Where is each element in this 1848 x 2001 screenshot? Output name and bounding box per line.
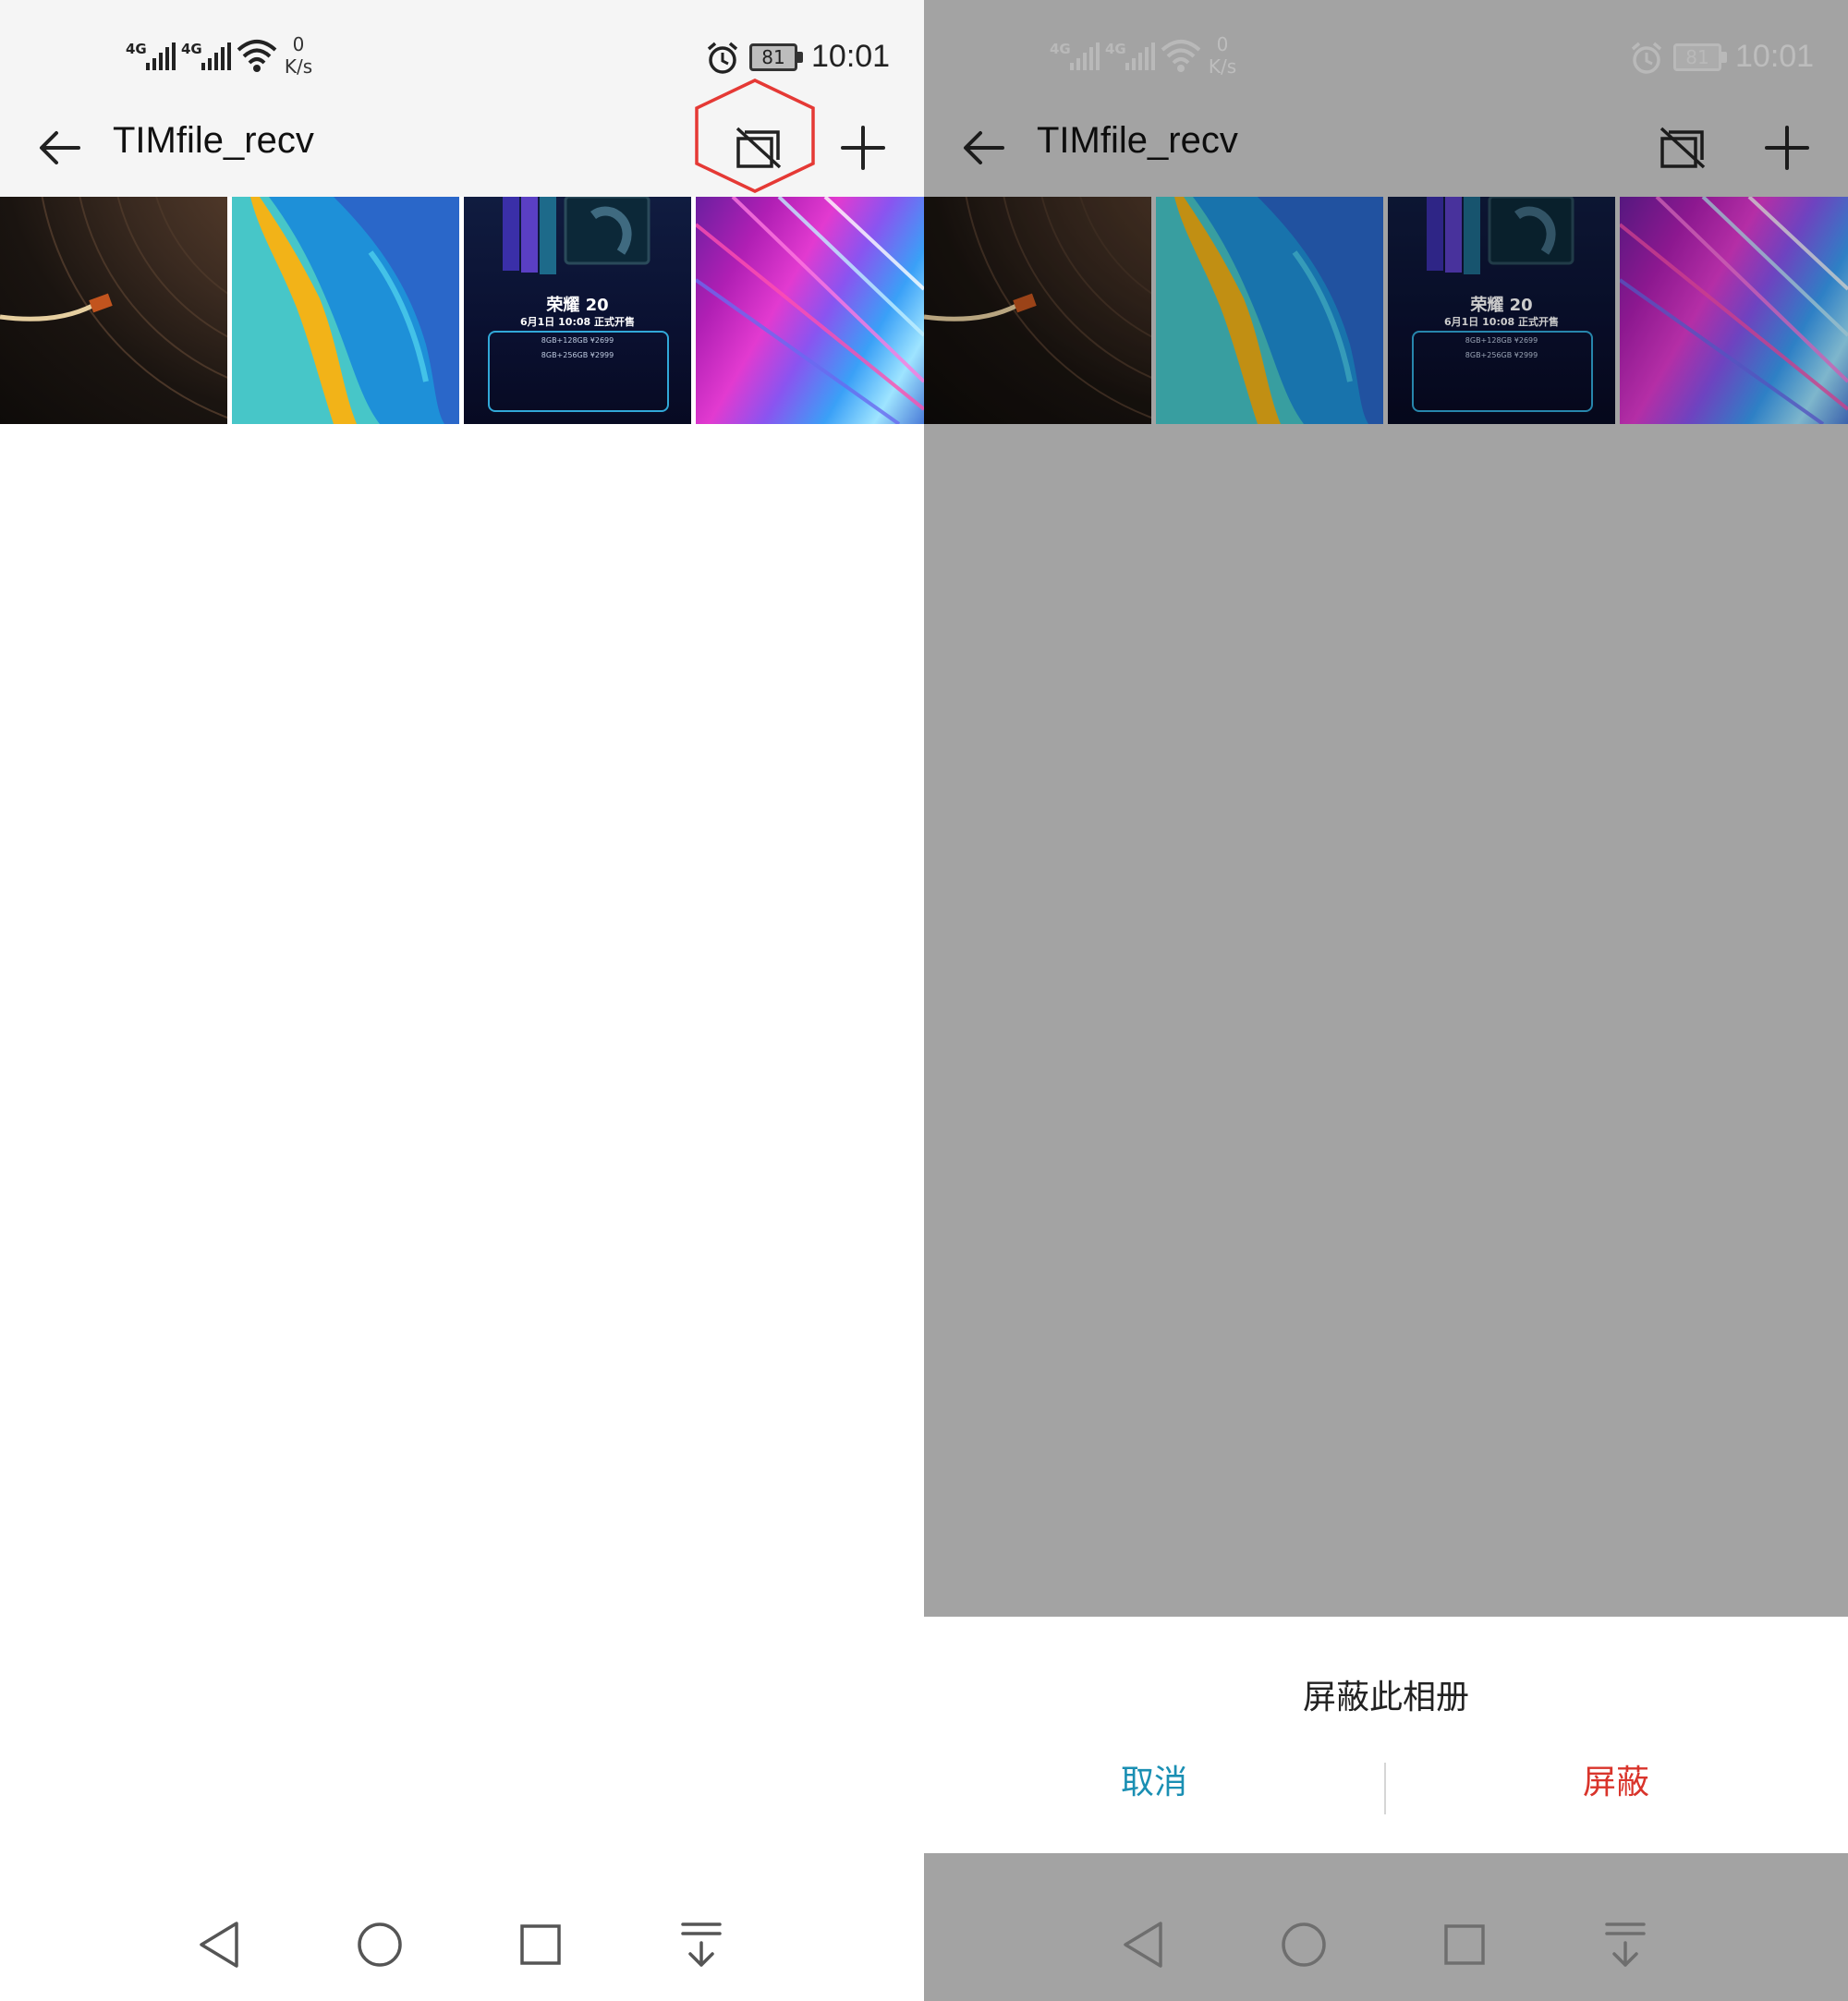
pull-down-notification-icon	[1605, 1922, 1646, 1967]
cancel-button[interactable]: 取消	[924, 1753, 1384, 1813]
nav-home-button[interactable]	[1270, 1910, 1338, 1979]
network-speed: 0 K/s	[284, 33, 313, 78]
hide-album-icon	[736, 127, 782, 169]
triangle-back-icon	[1124, 1922, 1162, 1968]
poster-price-1: 8GB+128GB ¥2699	[541, 336, 614, 345]
triangle-back-icon	[200, 1922, 238, 1968]
plus-icon	[841, 126, 885, 170]
nav-back-button[interactable]	[185, 1910, 253, 1979]
alarm-icon	[705, 41, 740, 76]
nav-notification-button[interactable]	[1591, 1910, 1660, 1979]
photo-thumb-honor20-poster[interactable]: 荣耀 20 6月1日 10:08 正式开售 8GB+128GB ¥2699 8G…	[464, 197, 691, 424]
hide-album-dialog: 屏蔽此相册 取消 屏蔽	[924, 1617, 1848, 1853]
back-button[interactable]	[28, 115, 92, 180]
status-time: 10:01	[811, 39, 891, 74]
confirm-hide-button[interactable]: 屏蔽	[1386, 1753, 1846, 1813]
photo-thumb-vinyl[interactable]	[0, 197, 227, 424]
app-toolbar: TIMfile_recv	[0, 97, 924, 197]
photo-thumb-light-streaks[interactable]	[696, 197, 924, 424]
status-bar: 4G 4G 0 K/s 81 10:01	[0, 0, 924, 97]
square-recents-icon	[1444, 1924, 1485, 1965]
nav-bar	[924, 1885, 1848, 2001]
battery-icon: 81	[749, 43, 803, 71]
poster-date: 6月1日 10:08 正式开售	[520, 316, 635, 328]
cellular-signal-icon: 4G	[126, 41, 181, 70]
dialog-message: 屏蔽此相册	[1302, 1679, 1469, 1716]
nav-notification-button[interactable]	[667, 1910, 736, 1979]
square-recents-icon	[520, 1924, 561, 1965]
photo-thumb-parrot[interactable]	[232, 197, 459, 424]
nav-home-button[interactable]	[346, 1910, 414, 1979]
nav-bar	[0, 1885, 924, 2001]
nav-recents-button[interactable]	[506, 1910, 575, 1979]
hide-album-button[interactable]	[719, 115, 798, 180]
screen-after: 4G 4G 0 K/s 81 10:01 TIMfile_recv 荣耀 20 …	[924, 0, 1848, 2001]
pull-down-notification-icon	[681, 1922, 722, 1967]
album-title: TIMfile_recv	[113, 120, 314, 161]
nav-back-button[interactable]	[1109, 1910, 1177, 1979]
circle-home-icon	[1282, 1922, 1326, 1967]
screen-before: 4G 4G 0 K/s 81 10:01 TIMfile_recv 荣耀 20 …	[0, 0, 924, 2001]
poster-price-2: 8GB+256GB ¥2999	[541, 351, 614, 359]
cellular-signal-2-icon: 4G	[181, 41, 237, 70]
photo-grid: 荣耀 20 6月1日 10:08 正式开售 8GB+128GB ¥2699 8G…	[0, 197, 924, 424]
add-button[interactable]	[827, 115, 899, 180]
poster-title: 荣耀 20	[546, 296, 609, 315]
circle-home-icon	[358, 1922, 402, 1967]
arrow-left-icon	[40, 131, 80, 164]
nav-recents-button[interactable]	[1430, 1910, 1499, 1979]
